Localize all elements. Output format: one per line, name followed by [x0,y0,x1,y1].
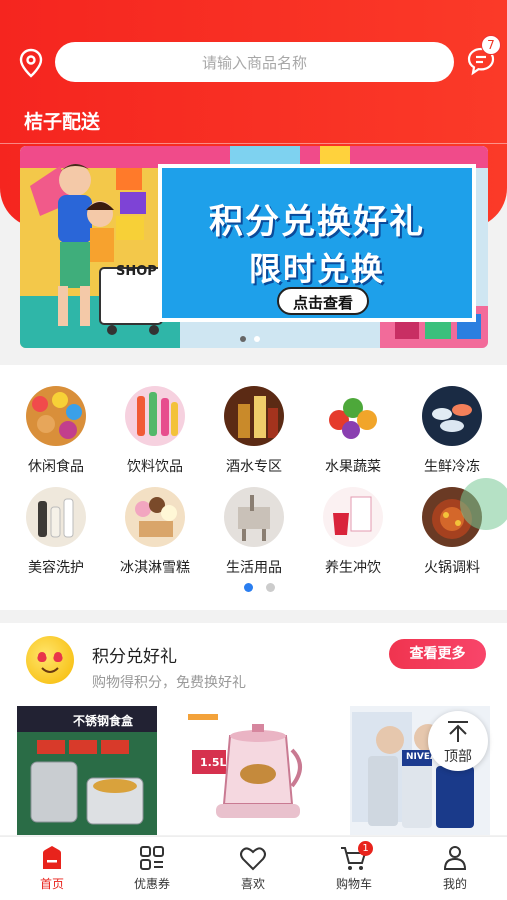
daily-goods-image [224,487,284,547]
shop-name[interactable]: 桔子配送 [24,107,100,134]
product-card[interactable]: 1.5L [182,706,322,835]
category-item[interactable]: 冰淇淋雪糕 [115,487,195,577]
view-more-button[interactable]: 查看更多 [389,639,486,669]
search-input[interactable]: 请输入商品名称 [55,42,454,82]
promo-subtitle: 购物得积分，免费换好礼 [92,675,246,691]
user-icon [443,846,467,870]
coupon-icon [140,846,164,870]
category-item[interactable]: 生活用品 [214,487,294,577]
category-item[interactable]: 休闲食品 [16,386,96,476]
tab-label: 优惠券 [133,877,170,891]
banner-page-dot[interactable] [254,336,260,342]
cart-count-badge: 1 [358,841,373,856]
tab-label: 喜欢 [240,877,265,891]
icecream-image [125,487,185,547]
promo-banner[interactable]: SHOP 积分兑换好礼 限时兑换 点击查看 [20,146,488,348]
category-label: 火锅调料 [424,560,480,576]
fruit-veg-image [323,386,383,446]
category-label: 饮料饮品 [127,459,183,475]
emoji-avatar [26,636,74,684]
shop-sign: SHOP [116,264,157,279]
tab-label: 首页 [39,877,64,891]
banner-view-button[interactable]: 点击查看 [277,287,369,315]
tab-label: 购物车 [335,877,372,891]
promo-title: 积分兑好礼 [92,647,177,667]
shopper-illustration [58,164,163,335]
health-drink-image [323,487,383,547]
home-icon [43,846,61,869]
category-label: 生鲜冷冻 [424,459,480,475]
category-item[interactable]: 酒水专区 [214,386,294,476]
location-pin-icon[interactable] [18,48,44,78]
snacks-image [26,386,86,446]
tab-coupon[interactable]: 优惠券 [112,845,192,892]
tab-favorites[interactable]: 喜欢 [213,845,293,892]
banner-title-line2: 限时兑换 [248,250,385,288]
back-to-top-label: 顶部 [444,749,472,765]
product-overlay-text: 1.5L [200,756,227,769]
tab-profile[interactable]: 我的 [415,845,495,892]
arrow-up-icon [448,721,468,742]
category-page-dot[interactable] [244,583,253,592]
category-item[interactable]: 生鲜冷冻 [412,386,492,476]
back-to-top-button[interactable]: 顶部 [428,711,488,771]
category-label: 酒水专区 [226,459,282,475]
category-item[interactable]: 饮料饮品 [115,386,195,476]
category-label: 养生冲饮 [325,560,381,576]
category-item[interactable]: 美容洗护 [16,487,96,577]
drinks-image [125,386,185,446]
heart-icon [240,847,266,871]
category-item[interactable]: 养生冲饮 [313,487,393,577]
kettle-image [182,706,322,835]
tab-home[interactable]: 首页 [12,845,92,892]
banner-page-dot[interactable] [240,336,246,342]
category-label: 冰淇淋雪糕 [120,560,190,576]
header-divider [0,143,507,144]
category-page-dot[interactable] [266,583,275,592]
category-label: 休闲食品 [28,459,84,475]
product-overlay-text: 不锈钢食盒 [73,714,134,728]
tab-label: 我的 [442,877,467,891]
beauty-image [26,487,86,547]
category-item[interactable]: 水果蔬菜 [313,386,393,476]
message-count-badge: 7 [481,35,501,55]
category-label: 水果蔬菜 [325,459,381,475]
banner-title-line1: 积分兑换好礼 [209,202,425,242]
heart-eyes-emoji-icon [37,652,63,673]
floating-bubble[interactable] [460,478,507,530]
product-card[interactable]: 不锈钢食盒 [17,706,157,835]
liquor-image [224,386,284,446]
category-label: 美容洗护 [28,560,84,576]
category-label: 生活用品 [226,560,282,576]
search-placeholder: 请输入商品名称 [201,53,307,72]
frozen-image [422,386,482,446]
bottom-tab-bar: 首页 优惠券 喜欢 1 购物车 我的 [0,836,507,900]
tab-cart[interactable]: 1 购物车 [314,841,394,892]
banner-panel: 积分兑换好礼 限时兑换 点击查看 [158,164,476,322]
